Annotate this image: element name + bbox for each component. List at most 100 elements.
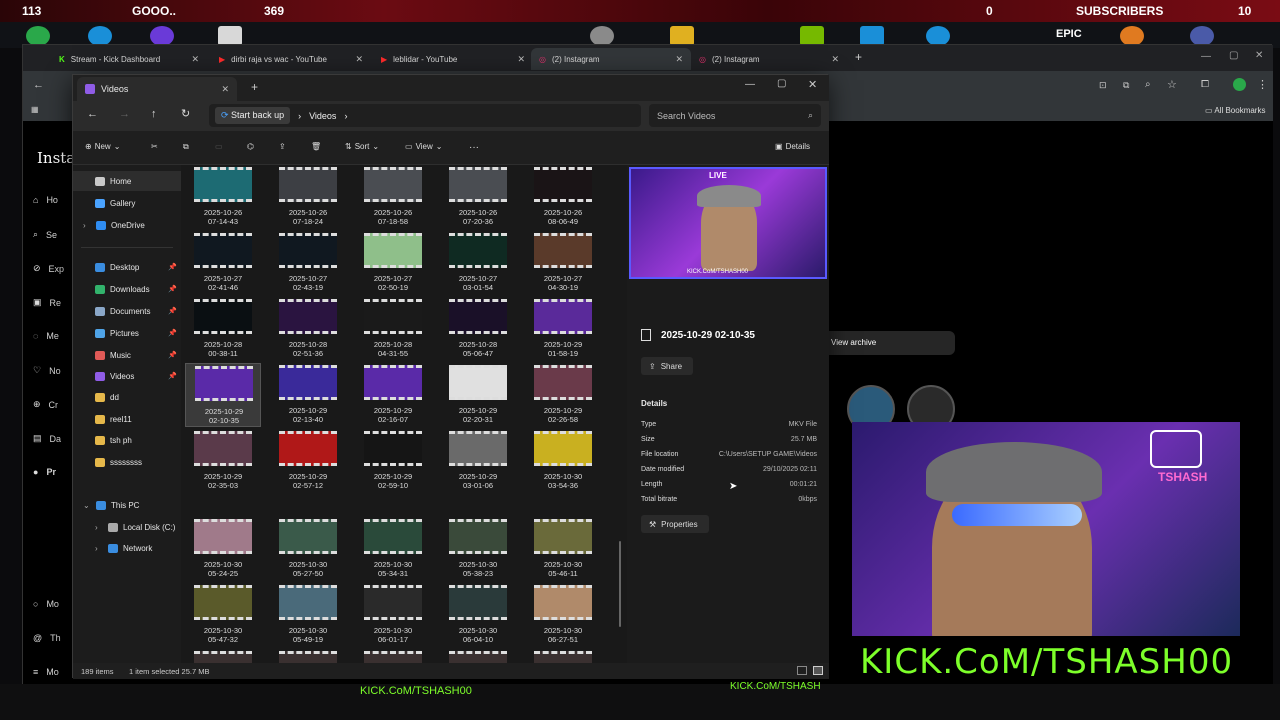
video-file-item[interactable]: 2025-10-27 04-30-19	[525, 231, 601, 295]
close-icon[interactable]: ✕	[355, 54, 363, 65]
scrollbar[interactable]	[619, 541, 621, 627]
ig-nav-threads[interactable]: @ Th	[33, 633, 61, 643]
maximize-button[interactable]: ▢	[1229, 50, 1238, 61]
video-file-item[interactable]: 2025-10-26 07-18-58	[355, 165, 431, 229]
back-arrow-icon[interactable]: ←	[33, 79, 44, 91]
video-file-item[interactable]: 2025-10-30 05-34-31	[355, 517, 431, 581]
translate-icon[interactable]: ⧉	[1123, 80, 1129, 91]
more-options-button[interactable]: ···	[469, 142, 479, 153]
view-button[interactable]: ▭ View ⌄	[405, 142, 442, 151]
close-icon[interactable]: ✕	[831, 54, 839, 65]
zoom-icon[interactable]: ⌕	[1145, 79, 1151, 90]
share-icon[interactable]: ⇪	[279, 142, 286, 151]
app-icon[interactable]	[860, 26, 884, 46]
extensions-icon[interactable]: ⧠	[1201, 79, 1209, 90]
video-file-item[interactable]: 2025-10-27 02-50-19	[355, 231, 431, 295]
video-file-item[interactable]: 2025-10-26 07-20-36	[440, 165, 516, 229]
pin-icon[interactable]: 📌	[168, 263, 177, 271]
app-icon[interactable]	[1190, 26, 1214, 46]
nvidia-icon[interactable]	[800, 26, 824, 46]
sidebar-item-gallery[interactable]: Gallery	[73, 193, 181, 213]
video-file-item[interactable]: 2025-10-28 05-06-47	[440, 297, 516, 361]
video-file-item[interactable]: 2025-10-29 02-10-35	[185, 363, 261, 427]
ig-nav-more[interactable]: ≡ Mo	[33, 667, 59, 677]
sidebar-item-desktop[interactable]: Desktop 📌	[73, 257, 181, 277]
thumbnail-view-icon[interactable]	[813, 666, 823, 675]
epic-games-icon[interactable]: EPIC	[1056, 28, 1082, 40]
video-file-item[interactable]: 2025-10-29 01-58-19	[525, 297, 601, 361]
video-file-item[interactable]: 2025-10-26 08-06-49	[525, 165, 601, 229]
sidebar-item-dd[interactable]: dd	[73, 387, 181, 407]
maximize-button[interactable]: ▢	[777, 78, 786, 89]
browser-tab[interactable]: K Stream - Kick Dashboard ✕	[51, 48, 207, 70]
ig-nav-profile[interactable]: ● Pr	[33, 467, 56, 477]
video-file-item[interactable]: 2025-10-30 05-47-32	[185, 583, 261, 647]
sidebar-item-ssssssss[interactable]: ssssssss	[73, 452, 181, 472]
video-file-item[interactable]: 2025-10-27 02-41-46	[185, 231, 261, 295]
chevron-right-icon[interactable]: ›	[95, 544, 103, 553]
new-tab-button[interactable]: +	[251, 80, 258, 94]
sidebar-item-home[interactable]: Home	[73, 171, 181, 191]
ig-nav-search[interactable]: ⌕ Se	[33, 229, 57, 240]
sidebar-item-music[interactable]: Music 📌	[73, 345, 181, 365]
sidebar-item-onedrive[interactable]: › OneDrive	[73, 215, 181, 235]
video-file-item[interactable]: 2025-10-30 05-46-11	[525, 517, 601, 581]
video-file-item[interactable]: 2025-10-28 00-38-11	[185, 297, 261, 361]
minimize-button[interactable]: —	[1201, 51, 1211, 62]
video-file-item[interactable]: 2025-10-29 02-59-10	[355, 429, 431, 493]
back-arrow-icon[interactable]: ←	[87, 108, 98, 120]
browser-tab[interactable]: ◎ (2) Instagram ✕	[691, 48, 847, 70]
sidebar-item-network[interactable]: › Network	[73, 538, 181, 558]
search-input[interactable]: Search Videos ⌕	[649, 104, 821, 127]
sort-button[interactable]: ⇅ Sort ⌄	[345, 142, 379, 151]
video-file-item[interactable]: 2025-10-30 05-49-19	[270, 583, 346, 647]
paste-icon[interactable]: ▭	[215, 142, 223, 151]
forward-arrow-icon[interactable]: →	[119, 108, 130, 120]
list-view-icon[interactable]	[797, 666, 807, 675]
copy-icon[interactable]: ⧉	[183, 142, 189, 152]
ig-nav-messages[interactable]: ◌ Me	[33, 331, 59, 341]
video-file-item[interactable]: 2025-10-26 07-14-43	[185, 165, 261, 229]
chevron-right-icon[interactable]: ›	[83, 221, 91, 230]
bookmark-star-icon[interactable]: ☆	[1167, 78, 1177, 91]
video-file-item[interactable]: 2025-10-30 05-27-50	[270, 517, 346, 581]
sidebar-item-downloads[interactable]: Downloads 📌	[73, 279, 181, 299]
app-icon[interactable]	[150, 26, 174, 46]
minimize-button[interactable]: —	[745, 79, 755, 90]
apps-grid-icon[interactable]: ▦	[31, 105, 39, 114]
app-icon[interactable]	[218, 26, 242, 46]
share-button[interactable]: ⇪ Share	[641, 357, 693, 375]
pin-icon[interactable]: 📌	[168, 285, 177, 293]
details-toggle[interactable]: ▣ Details	[775, 142, 810, 151]
sidebar-item-tsh-ph[interactable]: tsh ph	[73, 430, 181, 450]
close-window-button[interactable]: ✕	[808, 78, 817, 91]
ig-nav-explore[interactable]: ⊘ Exp	[33, 263, 64, 274]
video-file-item[interactable]: 2025-10-28 02-51-36	[270, 297, 346, 361]
video-file-item[interactable]: 2025-10-26 07-18-24	[270, 165, 346, 229]
ig-nav-notifications[interactable]: ♡ No	[33, 365, 61, 376]
view-archive-button[interactable]: View archive	[823, 331, 955, 355]
video-file-item[interactable]: 2025-10-29 02-20-31	[440, 363, 516, 427]
app-icon[interactable]	[1120, 26, 1144, 46]
app-icon[interactable]	[88, 26, 112, 46]
profile-avatar[interactable]	[1233, 78, 1246, 91]
video-file-item[interactable]: 2025-10-30 06-01-17	[355, 583, 431, 647]
refresh-icon[interactable]: ↻	[181, 107, 190, 120]
pin-icon[interactable]: 📌	[168, 372, 177, 380]
breadcrumb[interactable]: Videos	[309, 111, 336, 121]
close-window-button[interactable]: ✕	[1255, 50, 1263, 61]
new-button[interactable]: ⊕ New ⌄	[85, 142, 120, 151]
close-icon[interactable]: ✕	[191, 54, 199, 65]
chevron-right-icon[interactable]: ›	[95, 523, 103, 532]
folder-icon[interactable]	[670, 26, 694, 46]
ig-nav-reels[interactable]: ▣ Re	[33, 297, 61, 308]
delete-icon[interactable]: 🗑	[311, 142, 321, 151]
rename-icon[interactable]: ⌬	[247, 142, 254, 151]
properties-button[interactable]: ⚒ Properties	[641, 515, 709, 533]
pin-icon[interactable]: 📌	[168, 307, 177, 315]
sidebar-item-local-disk-c-[interactable]: › Local Disk (C:)	[73, 517, 181, 537]
video-file-item[interactable]: 2025-10-30 06-04-10	[440, 583, 516, 647]
address-bar[interactable]: ⟳ Start back up › Videos ›	[209, 104, 641, 127]
sidebar-item-reel11[interactable]: reel11	[73, 409, 181, 429]
video-file-item[interactable]: 2025-10-28 04-31-55	[355, 297, 431, 361]
